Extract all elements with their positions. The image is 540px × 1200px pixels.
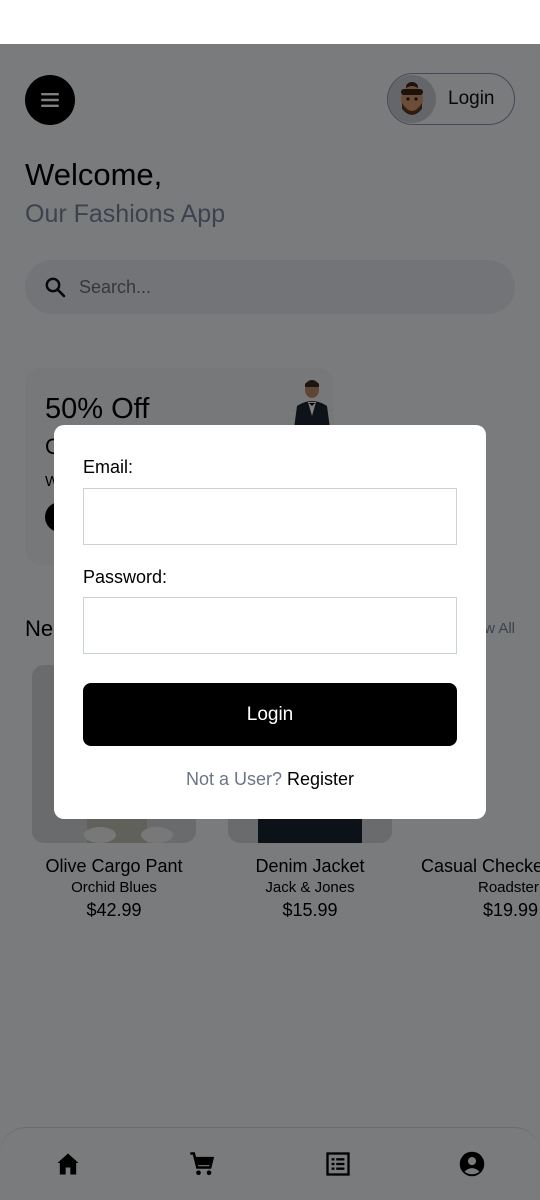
not-user-text: Not a User? (185, 769, 282, 789)
status-bar (0, 0, 540, 44)
login-modal: Email: Password: Login Not a User? Regis… (54, 425, 486, 819)
password-field[interactable] (83, 597, 457, 654)
password-label: Password: (83, 567, 168, 587)
email-label: Email: (83, 457, 134, 477)
login-submit-button[interactable]: Login (83, 683, 457, 746)
register-link[interactable]: Register (287, 769, 354, 789)
email-field[interactable] (83, 488, 457, 545)
register-row: Not a User? Register (54, 769, 486, 790)
